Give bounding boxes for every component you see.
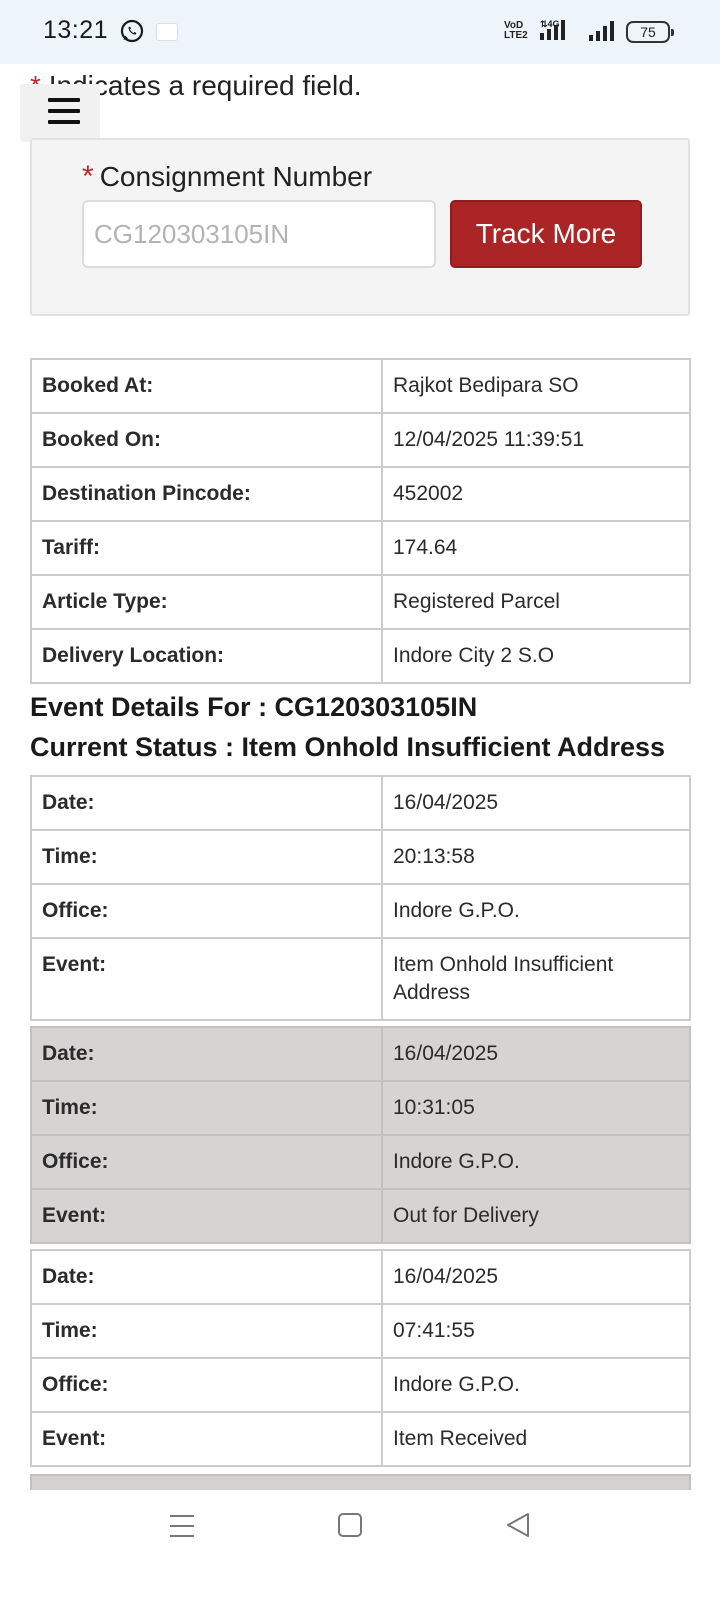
office-value: Indore G.P.O. — [381, 1134, 691, 1190]
event-label: Event: — [30, 937, 383, 1021]
date-value: 16/04/2025 — [381, 1026, 691, 1082]
delivery-location-label: Delivery Location: — [30, 628, 383, 684]
table-row: Time: 10:31:05 — [30, 1080, 691, 1136]
battery-icon: 75 — [626, 21, 674, 43]
table-row: Office: Indore G.P.O. — [30, 883, 691, 939]
booking-details-table: Booked At: Rajkot Bedipara SO Booked On: 1… — [30, 358, 691, 684]
system-nav-bar — [0, 1490, 720, 1600]
consignment-input[interactable] — [82, 200, 436, 268]
office-label: Office: — [30, 1357, 383, 1413]
booked-at-label: Booked At: — [30, 358, 383, 414]
table-row: Booked On: 12/04/2025 11:39:51 — [30, 412, 691, 468]
date-label: Date: — [30, 1249, 383, 1305]
table-row: Time: 07:41:55 — [30, 1303, 691, 1359]
event-table: Date: 16/04/2025 Time: 20:13:58 Office: Ind… — [30, 775, 691, 1021]
table-row: Date: 16/04/2025 — [30, 1026, 691, 1082]
table-row: Event: Out for Delivery — [30, 1188, 691, 1244]
4g-signal-icon: ⇅4G — [540, 19, 565, 40]
date-label: Date: — [30, 775, 383, 831]
hamburger-menu-button[interactable] — [20, 84, 100, 142]
article-type-value: Registered Parcel — [381, 574, 691, 630]
delivery-location-value: Indore City 2 S.O — [381, 628, 691, 684]
time-value: 10:31:05 — [381, 1080, 691, 1136]
destination-pincode-label: Destination Pincode: — [30, 466, 383, 522]
article-type-label: Article Type: — [30, 574, 383, 630]
track-more-button[interactable]: Track More — [450, 200, 642, 268]
event-table: Date: 16/04/2025 Time: 10:31:05 Office: Ind… — [30, 1026, 691, 1244]
time-value: 07:41:55 — [381, 1303, 691, 1359]
time-label: Time: — [30, 829, 383, 885]
event-label: Event: — [30, 1411, 383, 1467]
required-star: * — [82, 160, 94, 193]
tracking-form: *Consignment Number Track More — [30, 138, 690, 316]
table-row: Office: Indore G.P.O. — [30, 1357, 691, 1413]
table-row: Time: 20:13:58 — [30, 829, 691, 885]
volte-icon: VoD LTE2 — [504, 20, 528, 41]
office-value: Indore G.P.O. — [381, 1357, 691, 1413]
table-row: Date: 16/04/2025 — [30, 775, 691, 831]
recents-icon[interactable] — [168, 1513, 196, 1539]
tariff-value: 174.64 — [381, 520, 691, 576]
date-value: 16/04/2025 — [381, 775, 691, 831]
tariff-label: Tariff: — [30, 520, 383, 576]
home-icon[interactable] — [337, 1512, 363, 1538]
table-row: Booked At: Rajkot Bedipara SO — [30, 358, 691, 414]
current-status: Current Status : Item Onhold Insufficien… — [30, 732, 666, 762]
destination-pincode-value: 452002 — [381, 466, 691, 522]
time-value: 20:13:58 — [381, 829, 691, 885]
event-value: Out for Delivery — [381, 1188, 691, 1244]
table-row: Delivery Location: Indore City 2 S.O — [30, 628, 691, 684]
office-label: Office: — [30, 1134, 383, 1190]
status-bar: 13:21 VoD LTE2 ⇅4G 75 — [0, 0, 720, 64]
office-label: Office: — [30, 883, 383, 939]
event-details-title: Event Details For : CG120303105IN — [30, 692, 478, 722]
office-value: Indore G.P.O. — [381, 883, 691, 939]
table-row: Destination Pincode: 452002 — [30, 466, 691, 522]
booked-at-value: Rajkot Bedipara SO — [381, 358, 691, 414]
table-row: Date: 16/04/2025 — [30, 1249, 691, 1305]
booked-on-value: 12/04/2025 11:39:51 — [381, 412, 691, 468]
time-label: Time: — [30, 1080, 383, 1136]
app-notification-icon — [156, 23, 178, 41]
event-label: Event: — [30, 1188, 383, 1244]
table-row: Event: Item Onhold Insufficient Address — [30, 937, 691, 1021]
time-label: Time: — [30, 1303, 383, 1359]
date-label: Date: — [30, 1026, 383, 1082]
event-details-header: Event Details For : CG120303105IN Curren… — [30, 687, 665, 767]
back-icon[interactable] — [505, 1511, 531, 1539]
whatsapp-icon — [120, 19, 144, 43]
status-time: 13:21 — [43, 16, 109, 44]
table-row: Office: Indore G.P.O. — [30, 1134, 691, 1190]
table-row: Tariff: 174.64 — [30, 520, 691, 576]
table-row: Event: Item Received — [30, 1411, 691, 1467]
date-value: 16/04/2025 — [381, 1249, 691, 1305]
menu-icon — [48, 98, 80, 102]
event-value: Item Received — [381, 1411, 691, 1467]
table-row: Article Type: Registered Parcel — [30, 574, 691, 630]
consignment-label: * Consignment Number — [82, 160, 373, 193]
booked-on-label: Booked On: — [30, 412, 383, 468]
event-table: Date: 16/04/2025 Time: 07:41:55 Office: Ind… — [30, 1249, 691, 1467]
signal-icon — [589, 21, 614, 41]
event-value: Item Onhold Insufficient Address — [381, 937, 691, 1021]
